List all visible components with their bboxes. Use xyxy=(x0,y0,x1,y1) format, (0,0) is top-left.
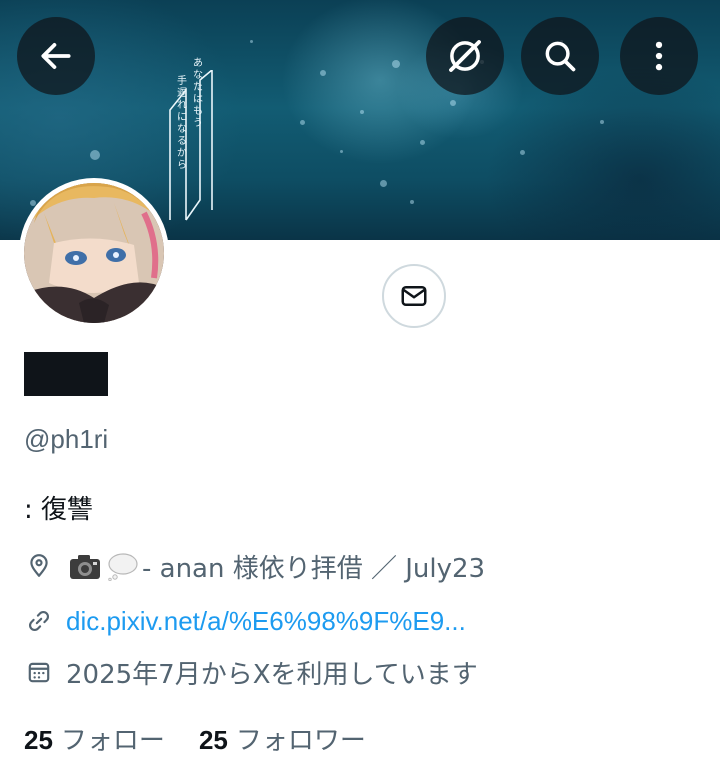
website-link[interactable]: dic.pixiv.net/a/%E6%98%9F%E9... xyxy=(66,606,466,637)
grok-button[interactable] xyxy=(426,17,504,95)
arrow-left-icon xyxy=(41,43,71,69)
followers-count[interactable]: 25 xyxy=(199,725,228,756)
display-name-redacted xyxy=(24,352,108,396)
camera-emoji-icon xyxy=(68,551,102,581)
more-vertical-icon xyxy=(655,41,663,71)
grok-icon xyxy=(449,40,481,72)
back-button[interactable] xyxy=(17,17,95,95)
avatar-image xyxy=(24,183,164,323)
search-button[interactable] xyxy=(521,17,599,95)
following-count[interactable]: 25 xyxy=(24,725,53,756)
mail-icon xyxy=(401,286,427,306)
search-icon xyxy=(545,41,576,72)
website-row: dic.pixiv.net/a/%E6%98%9F%E9... xyxy=(24,603,466,639)
followers-label[interactable]: フォロワー xyxy=(236,720,366,757)
user-handle: @ph1ri xyxy=(24,424,109,454)
joined-text: 2025年7月からXを利用しています xyxy=(66,659,478,690)
location-text: - anan 様依り拝借 ／ July23 xyxy=(142,553,486,584)
joined-row: 2025年7月からXを利用しています xyxy=(24,654,478,690)
thought-bubble-emoji-icon xyxy=(106,551,140,581)
calendar-icon xyxy=(24,657,54,687)
following-label[interactable]: フォロー xyxy=(61,720,165,757)
avatar-illustration xyxy=(24,183,164,323)
banner-poem-line: 手遅れになるから xyxy=(177,76,187,171)
more-button[interactable] xyxy=(620,17,698,95)
banner-poem-line: あなたはもう xyxy=(193,58,203,129)
profile-avatar[interactable] xyxy=(19,178,169,328)
follow-stats: 25 フォロー 25 フォロワー xyxy=(24,720,400,757)
banner-poem: あなたはもう 手遅れになるから xyxy=(150,58,240,228)
location-row: - anan 様依り拝借 ／ July23 xyxy=(24,548,485,584)
link-icon xyxy=(24,606,54,636)
location-pin-icon xyxy=(24,551,54,581)
message-button[interactable] xyxy=(382,264,446,328)
user-bio: : 復讐 xyxy=(24,495,94,525)
